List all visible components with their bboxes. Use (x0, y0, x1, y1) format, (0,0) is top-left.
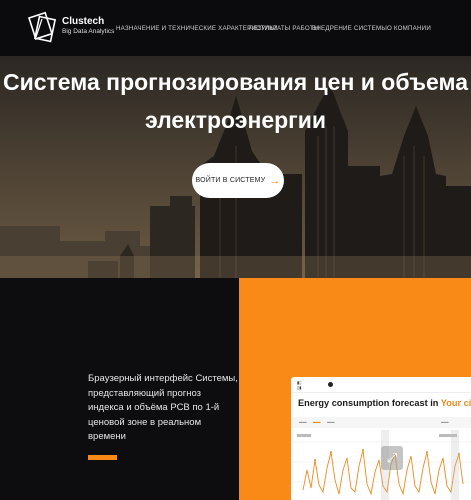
preview-tab-3: ▬▬ (327, 420, 335, 424)
preview-title-main: Energy consumption forecast in (298, 398, 439, 408)
brand-name: Clustech (62, 16, 105, 27)
login-button[interactable]: ВОЙТИ В СИСТЕМУ → (192, 163, 284, 198)
brand-tagline: Big Data Analytics (62, 28, 115, 35)
preview-tab-4: ▬▬ (441, 420, 449, 424)
preview-avatar-icon (328, 382, 333, 387)
clustech-logo-icon[interactable] (28, 9, 58, 45)
nav-item-results[interactable]: РЕЗУЛЬТАТЫ РАБОТЫ (249, 25, 320, 32)
hero-title-line-2: электроэнергии (144, 107, 327, 133)
hero-title-line-1: Система прогнозирования цен и объема (3, 69, 468, 95)
site-header: Clustech Big Data Analytics НАЗНАЧЕНИЕ И… (0, 0, 471, 56)
accent-divider (88, 455, 117, 460)
preview-title: Energy consumption forecast in Your city… (298, 398, 471, 408)
preview-header: ▮▯ ▯▮ (291, 377, 471, 393)
system-description: Браузерный интерфейс Системы, представля… (88, 373, 238, 443)
nav-item-about[interactable]: О КОМПАНИИ (387, 25, 431, 32)
preview-tab-1: ▬▬ (299, 420, 307, 424)
preview-tab-2: ▬▬ (313, 420, 321, 424)
login-button-label: ВОЙТИ В СИСТЕМУ (195, 177, 266, 184)
brand[interactable]: Clustech Big Data Analytics (62, 16, 114, 36)
nav-item-implementation[interactable]: ВНЕДРЕНИЕ СИСТЕМЫ (312, 25, 387, 32)
page: Clustech Big Data Analytics НАЗНАЧЕНИЕ И… (0, 0, 471, 500)
preview-title-city: Your city (440, 398, 471, 408)
app-preview-screenshot[interactable]: ▮▯ ▯▮ Energy consumption forecast in Your… (291, 377, 471, 500)
expand-icon[interactable]: ⤢ (381, 446, 403, 470)
preview-logo-icon: ▮▯ ▯▮ (297, 380, 302, 390)
arrow-right-icon: → (269, 174, 281, 187)
hero-section: Система прогнозирования цен и объема эле… (0, 56, 471, 278)
preview-tabs: ▬▬ ▬▬ ▬▬ ▬▬ (291, 417, 471, 428)
